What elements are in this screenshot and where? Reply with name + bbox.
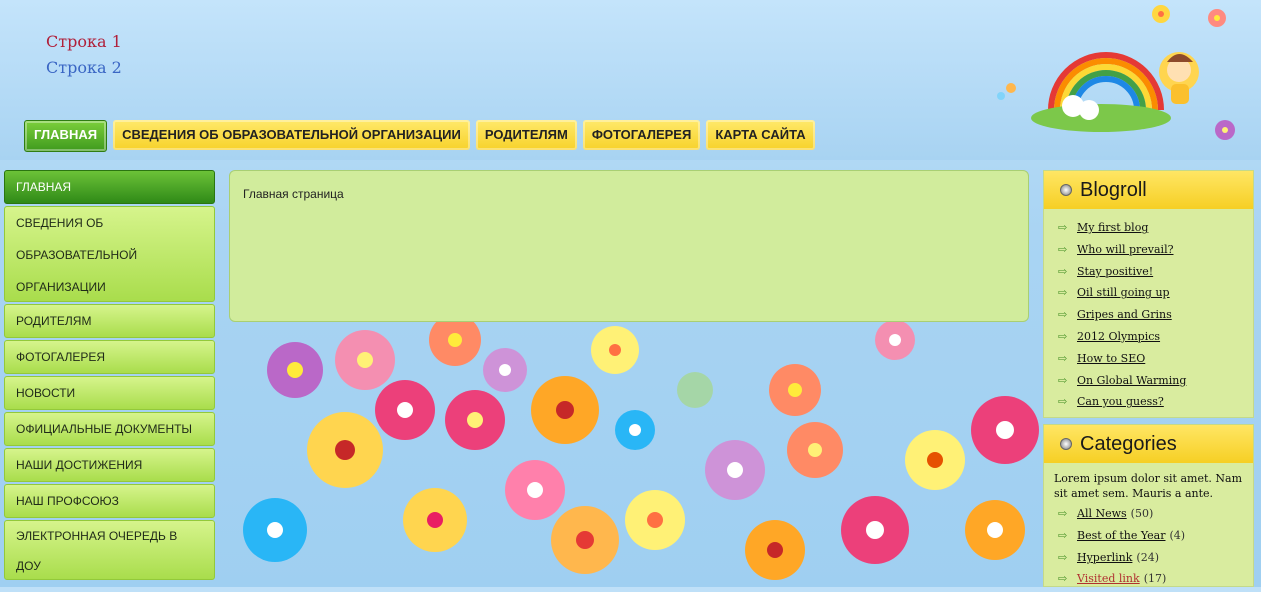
list-item: ⇨ Hyperlink (24): [1058, 547, 1253, 569]
blogroll-link[interactable]: On Global Warming: [1077, 370, 1186, 392]
arrow-right-icon: ⇨: [1058, 264, 1068, 278]
list-item: ⇨ Oil still going up: [1058, 282, 1253, 304]
list-item: ⇨ Gripes and Grins: [1058, 304, 1253, 326]
arrow-right-icon: ⇨: [1058, 351, 1068, 365]
arrow-right-icon: ⇨: [1058, 221, 1068, 234]
sidebar-item-official-documents[interactable]: ОФИЦИАЛЬНЫЕ ДОКУМЕНТЫ: [4, 412, 215, 446]
blogroll-widget: Blogroll ⇨ My first blog ⇨ Who will prevai…: [1043, 170, 1254, 418]
blogroll-link[interactable]: Stay positive!: [1077, 261, 1153, 283]
sidebar-menu: ГЛАВНАЯ СВЕДЕНИЯ ОБ ОБРАЗОВАТЕЛЬНОЙ ОРГА…: [4, 170, 215, 582]
sidebar-item-home[interactable]: ГЛАВНАЯ: [4, 170, 215, 204]
sidebar-item-trade-union[interactable]: НАШ ПРОФСОЮЗ: [4, 484, 215, 518]
blogroll-link[interactable]: Can you guess?: [1077, 391, 1164, 413]
header-line-2: Строка 2: [46, 58, 122, 77]
arrow-right-icon: ⇨: [1058, 308, 1068, 322]
categories-widget: Categories Lorem ipsum dolor sit amet. N…: [1043, 424, 1254, 587]
list-item: ⇨ Can you guess?: [1058, 391, 1253, 413]
category-count: (4): [1169, 528, 1186, 542]
main-content-panel: Главная страница: [229, 170, 1029, 322]
top-navigation: ГЛАВНАЯ СВЕДЕНИЯ ОБ ОБРАЗОВАТЕЛЬНОЙ ОРГА…: [24, 120, 815, 152]
arrow-right-icon: ⇨: [1058, 242, 1068, 256]
arrow-right-icon: ⇨: [1058, 373, 1068, 387]
category-count: (50): [1130, 507, 1154, 520]
blogroll-title: Blogroll: [1080, 178, 1147, 201]
sidebar-item-achievements[interactable]: НАШИ ДОСТИЖЕНИЯ: [4, 448, 215, 482]
categories-header: Categories: [1044, 425, 1253, 463]
category-link[interactable]: Best of the Year: [1077, 525, 1166, 547]
rainbow-decoration-image: [997, 5, 1235, 140]
blogroll-list: ⇨ My first blog ⇨ Who will prevail? ⇨ Stay …: [1044, 209, 1253, 415]
list-item: ⇨ Stay positive!: [1058, 261, 1253, 283]
bullet-icon: [1060, 438, 1072, 450]
categories-description: Lorem ipsum dolor sit amet. Nam sit amet…: [1054, 472, 1243, 500]
blogroll-link[interactable]: Oil still going up: [1077, 282, 1170, 304]
blogroll-link[interactable]: My first blog: [1077, 217, 1148, 239]
nav-tab-home[interactable]: ГЛАВНАЯ: [24, 120, 108, 152]
arrow-right-icon: ⇨: [1058, 395, 1068, 409]
sidebar-item-parents[interactable]: РОДИТЕЛЯМ: [4, 304, 215, 338]
nav-tab-about-organization[interactable]: СВЕДЕНИЯ ОБ ОБРАЗОВАТЕЛЬНОЙ ОРГАНИЗАЦИИ: [113, 120, 470, 150]
categories-list: ⇨ All News (50) ⇨ Best of the Year (4) ⇨ Hype…: [1044, 501, 1253, 592]
flowers-background-image: [243, 314, 1039, 580]
sidebar-item-electronic-queue[interactable]: ЭЛЕКТРОННАЯ ОЧЕРЕДЬ В ДОУ: [4, 520, 215, 580]
list-item: ⇨ How to SEO: [1058, 348, 1253, 370]
header-line-1: Строка 1: [46, 32, 122, 51]
blogroll-link[interactable]: Gripes and Grins: [1077, 304, 1172, 326]
category-link[interactable]: Hyperlink: [1077, 547, 1132, 569]
sidebar-item-photo-gallery[interactable]: ФОТОГАЛЕРЕЯ: [4, 340, 215, 374]
category-link[interactable]: All News: [1077, 503, 1127, 525]
list-item: ⇨ 2012 Olympics: [1058, 326, 1253, 348]
list-item: ⇨ Who will prevail?: [1058, 239, 1253, 261]
blogroll-header: Blogroll: [1044, 171, 1253, 209]
blogroll-link[interactable]: Who will prevail?: [1077, 239, 1174, 261]
sidebar-item-about-organization[interactable]: СВЕДЕНИЯ ОБ ОБРАЗОВАТЕЛЬНОЙ ОРГАНИЗАЦИИ: [4, 206, 215, 302]
list-item: ⇨ All News (50): [1058, 503, 1253, 525]
bullet-icon: [1060, 184, 1072, 196]
arrow-right-icon: ⇨: [1058, 550, 1068, 564]
sidebar-item-news[interactable]: НОВОСТИ: [4, 376, 215, 410]
categories-title: Categories: [1080, 432, 1177, 455]
main-content-text: Главная страница: [243, 187, 344, 201]
list-item: ⇨ My first blog: [1058, 217, 1253, 239]
blogroll-link[interactable]: How to SEO: [1077, 348, 1145, 370]
blogroll-link[interactable]: 2012 Olympics: [1077, 326, 1160, 348]
list-item: ⇨ On Global Warming: [1058, 370, 1253, 392]
nav-tab-photo-gallery[interactable]: ФОТОГАЛЕРЕЯ: [582, 120, 701, 150]
arrow-right-icon: ⇨: [1058, 507, 1068, 520]
nav-tab-parents[interactable]: РОДИТЕЛЯМ: [475, 120, 577, 150]
arrow-right-icon: ⇨: [1058, 329, 1068, 343]
category-count: (24): [1136, 550, 1159, 564]
nav-tab-sitemap[interactable]: КАРТА САЙТА: [706, 120, 815, 150]
arrow-right-icon: ⇨: [1058, 286, 1068, 300]
list-item: ⇨ Best of the Year (4): [1058, 525, 1253, 547]
arrow-right-icon: ⇨: [1058, 528, 1068, 542]
